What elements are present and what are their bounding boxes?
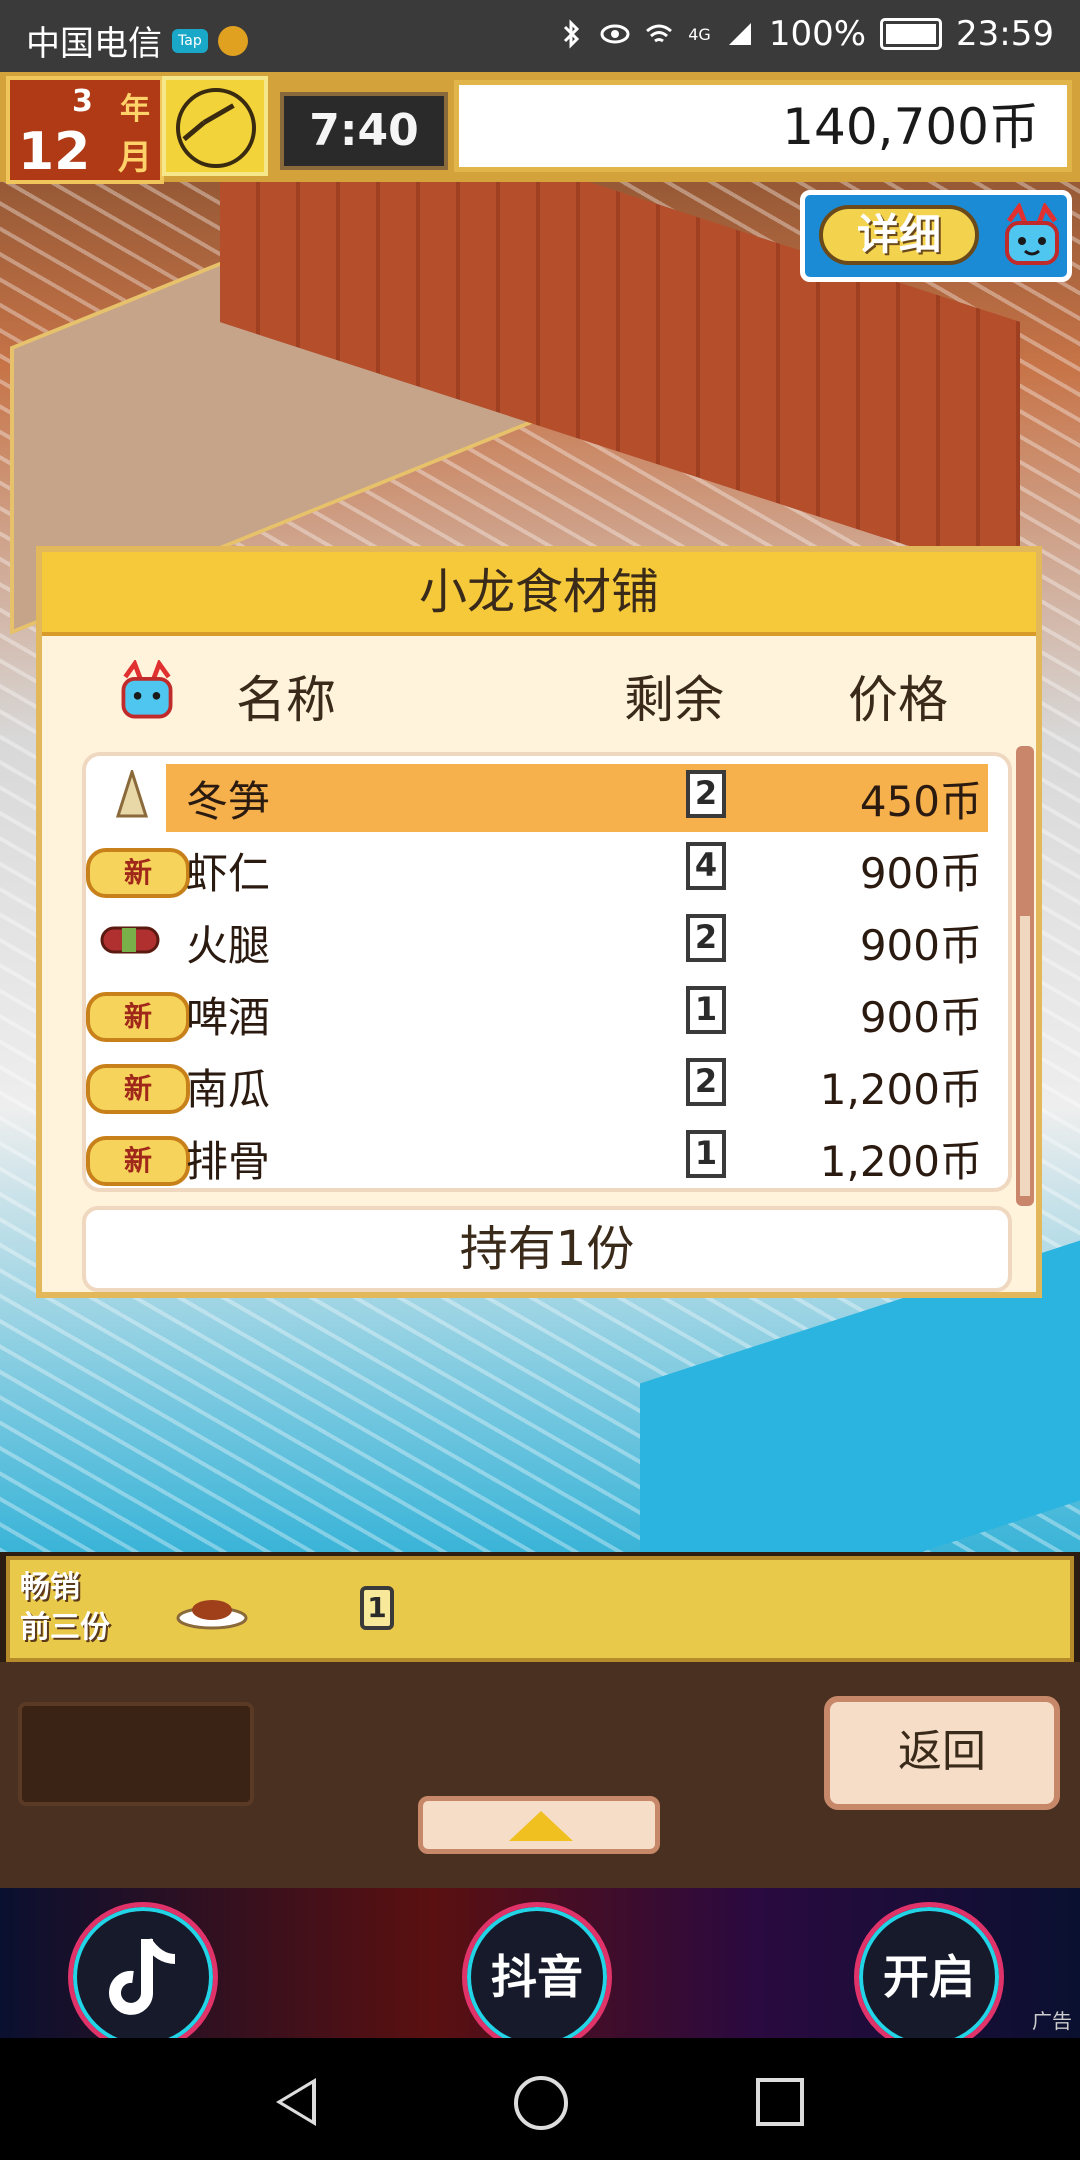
item-remaining: 2 [686,914,726,962]
kairobot-mascot-icon [1005,203,1059,265]
bestseller-label: 畅销 前三份 [20,1568,130,1648]
new-badge: 新 [86,1136,190,1186]
game-time: 7:40 [280,92,448,170]
empty-slot [18,1702,254,1806]
top-hud: 3 年 12 月 7:40 140,700币 [0,72,1080,184]
date-display: 3 年 12 月 [6,76,164,184]
item-remaining: 2 [686,770,726,818]
taptap-icon: Tap [172,28,208,53]
signal-icon [728,23,751,45]
open-button[interactable]: 开启 [854,1902,1004,2052]
column-name: 名称 [236,671,336,729]
item-name: 排骨 [186,1137,271,1186]
bestseller-bar: 畅销 前三份 1 [6,1556,1074,1662]
item-price: 900币 [859,849,982,898]
item-name: 南瓜 [186,1065,271,1114]
bestseller-count: 1 [360,1586,394,1630]
battery-icon [880,18,943,50]
item-price: 1,200币 [819,1137,982,1186]
item-remaining: 4 [686,842,726,890]
detail-button[interactable]: 详细 [800,190,1072,282]
ad-tag: 广告 [1032,2009,1072,2033]
owned-count: 持有1份 [82,1206,1012,1292]
bottom-controls: 返回 [0,1662,1080,1888]
item-price: 900币 [859,921,982,970]
nav-recent-apps-icon[interactable] [756,2078,804,2126]
item-name: 虾仁 [186,849,271,898]
item-name: 火腿 [186,921,271,970]
shop-panel: 小龙食材铺 名称 剩余 价格 冬笋 2 450币 新 虾仁 4 900币 火腿 … [36,546,1042,1298]
bestseller-label-line2: 前三份 [20,1610,110,1645]
navigation-bar [0,2038,1080,2160]
eye-icon [600,24,630,44]
wifi-icon [646,24,673,43]
shop-column-header: 名称 剩余 价格 [42,636,1036,746]
ad-banner[interactable]: 抖音 开启 广告 [0,1888,1080,2052]
item-remaining: 1 [686,1130,726,1178]
bestseller-label-line1: 畅销 [20,1570,80,1605]
nav-back-icon[interactable] [276,2078,316,2126]
item-price: 1,200币 [819,1065,982,1114]
kairobot-mascot-icon [121,660,173,719]
item-price: 900币 [859,993,982,1042]
douyin-button[interactable]: 抖音 [462,1902,612,2052]
item-name: 啤酒 [186,993,271,1042]
bamboo-shoot-icon [115,770,149,818]
column-price: 价格 [848,671,948,729]
list-item[interactable]: 新 虾仁 4 900币 [86,832,986,904]
ham-icon [100,926,160,954]
new-badge: 新 [86,848,190,898]
item-price: 450币 [859,777,982,826]
nav-home-icon[interactable] [514,2076,568,2130]
year-unit: 年 [120,92,150,127]
tiktok-logo-icon[interactable] [68,1902,218,2052]
bluetooth-icon [564,19,580,49]
carrier-label: 中国电信 [26,24,162,64]
list-item[interactable]: 新 南瓜 2 1,200币 [86,1048,986,1120]
list-item[interactable]: 新 啤酒 1 900币 [86,976,986,1048]
item-name: 冬笋 [186,777,271,826]
notification-dot-icon [217,25,248,56]
detail-button-label: 详细 [819,205,979,265]
new-badge: 新 [86,992,190,1042]
battery-percent: 100% [768,14,867,54]
back-button[interactable]: 返回 [824,1696,1060,1810]
triangle-up-icon [509,1811,573,1841]
status-left: 中国电信 Tap [26,16,248,65]
column-remaining: 剩余 [624,671,724,729]
month-unit: 月 [118,138,152,178]
dish-icon [176,1600,248,1630]
year-value: 3 [72,84,93,119]
list-item[interactable]: 新 排骨 1 1,200币 [86,1120,986,1188]
expand-up-button[interactable] [418,1796,660,1854]
music-note-icon [109,1938,176,2015]
month-value: 12 [18,122,91,182]
status-right: 4G 100% 23:59 [556,14,1054,54]
status-bar: 中国电信 Tap 4G 100% 23:59 [0,0,1080,72]
shop-title: 小龙食材铺 [42,552,1036,636]
network-type-label: 4G [688,24,711,44]
clock-time: 23:59 [956,14,1054,54]
money-display: 140,700币 [454,80,1072,172]
clock-icon [162,76,268,176]
list-item[interactable]: 火腿 2 900币 [86,904,986,976]
item-remaining: 1 [686,986,726,1034]
item-remaining: 2 [686,1058,726,1106]
new-badge: 新 [86,1064,190,1114]
list-item[interactable]: 冬笋 2 450币 [86,760,988,832]
clock-face [176,88,256,168]
item-list[interactable]: 冬笋 2 450币 新 虾仁 4 900币 火腿 2 900币 新 啤酒 1 9… [82,752,1012,1192]
scrollbar-thumb[interactable] [1020,916,1030,1196]
